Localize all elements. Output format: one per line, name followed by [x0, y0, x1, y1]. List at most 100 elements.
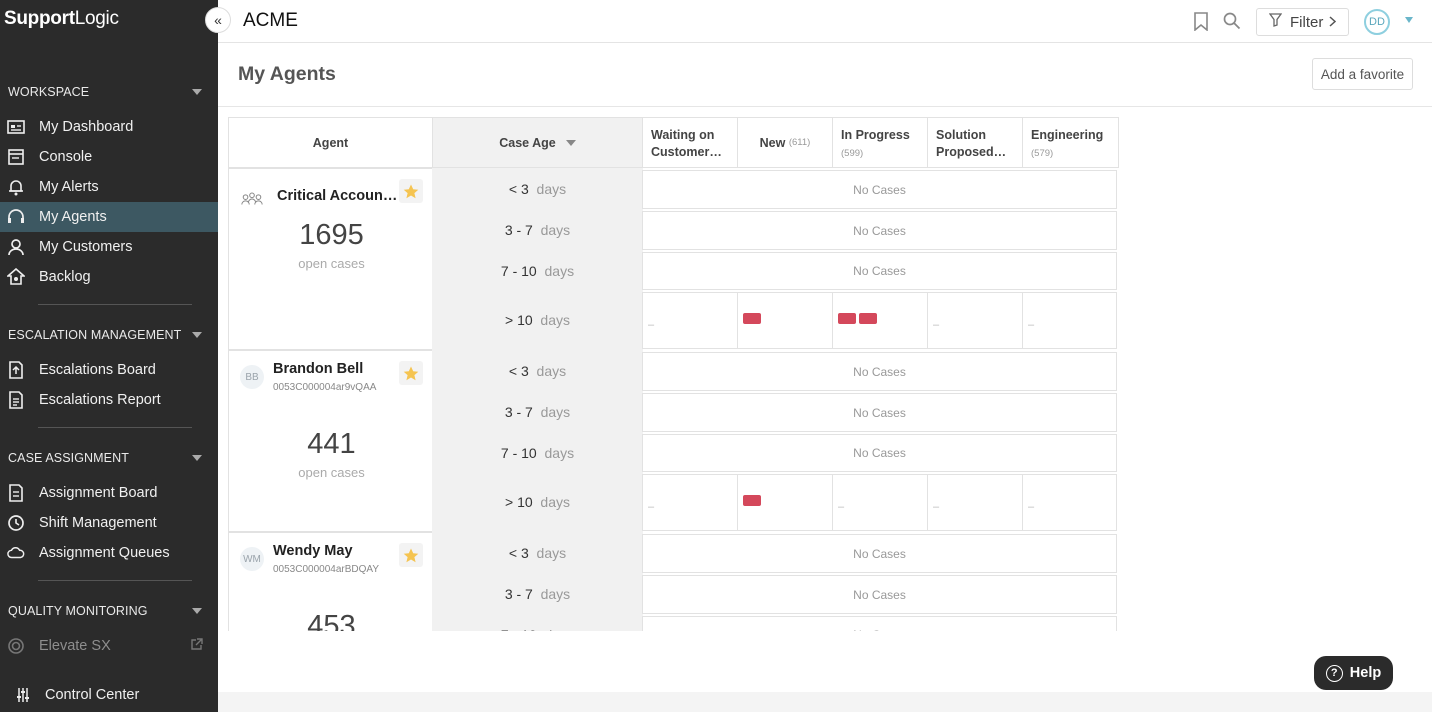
status-cell[interactable]: – [833, 475, 928, 530]
case-card[interactable] [743, 495, 761, 506]
column-header-engineering[interactable]: Engineering (579) [1022, 117, 1119, 168]
sidebar-item-my-agents[interactable]: My Agents [0, 202, 218, 232]
add-favorite-button[interactable]: Add a favorite [1312, 58, 1413, 90]
external-link-icon[interactable] [190, 637, 203, 655]
help-button[interactable]: ? Help [1314, 656, 1393, 690]
case-card[interactable] [838, 313, 856, 324]
chevron-down-icon[interactable] [192, 608, 202, 614]
empty-dash: – [1028, 319, 1035, 331]
agent-card[interactable]: BB Brandon Bell 0053C000004ar9vQAA 441 open … [228, 350, 433, 532]
supportlogic-logo[interactable]: SupportLogic [4, 8, 119, 30]
sidebar-item-control-center[interactable]: Control Center [0, 680, 218, 710]
sort-down-icon[interactable] [565, 139, 576, 146]
status-cell[interactable] [833, 293, 928, 348]
agent-name[interactable]: Wendy May [273, 543, 401, 559]
no-cases-label: No Cases [853, 446, 906, 460]
case-age-column: < 3 days3 - 7 days7 - 10 days> 10 days [432, 168, 643, 350]
agent-card[interactable]: WMWendy May0053C000004arBDQAY453open cas… [228, 532, 433, 631]
sidebar-item-my-alerts[interactable]: My Alerts [0, 172, 218, 202]
sidebar-item-label: My Dashboard [39, 119, 134, 135]
star-icon[interactable] [399, 543, 423, 567]
filter-label: Filter [1290, 13, 1324, 31]
sidebar-item-assignment-board[interactable]: Assignment Board [0, 478, 218, 508]
sidebar-item-escalations-report[interactable]: Escalations Report [0, 385, 218, 415]
user-avatar[interactable]: DD [1364, 9, 1390, 35]
status-cell[interactable]: – [643, 475, 738, 530]
sidebar-item-assignment-queues[interactable]: Assignment Queues [0, 538, 218, 568]
sidebar-item-label: Elevate SX [39, 638, 111, 654]
status-row[interactable]: No Cases [642, 616, 1117, 631]
agent-name[interactable]: Critical Account ... [277, 188, 401, 204]
column-header-agent[interactable]: Agent [228, 117, 433, 168]
section-title-escalation: ESCALATION MANAGEMENT [8, 328, 182, 342]
column-header-waiting-on-customer[interactable]: Waiting on Customer… [642, 117, 738, 168]
sidebar-item-shift-management[interactable]: Shift Management [0, 508, 218, 538]
status-row[interactable]: No Cases [642, 575, 1117, 614]
filter-button[interactable]: Filter [1256, 8, 1349, 36]
status-row[interactable]: No Cases [642, 393, 1117, 432]
no-cases-label: No Cases [643, 617, 1116, 631]
chevron-down-icon[interactable] [192, 89, 202, 95]
column-header-new[interactable]: New (611) [737, 117, 833, 168]
no-cases-label: No Cases [853, 405, 906, 420]
agent-name[interactable]: Brandon Bell [273, 361, 401, 377]
chevron-down-icon[interactable] [192, 455, 202, 461]
column-header-solution-proposed[interactable]: Solution Proposed… [927, 117, 1023, 168]
case-age-bucket: 3 - 7 days [504, 222, 571, 238]
sidebar-item-escalations-board[interactable]: Escalations Board [0, 355, 218, 385]
status-row[interactable]: No Cases [642, 170, 1117, 209]
star-icon[interactable] [399, 361, 423, 385]
column-header-in-progress[interactable]: In Progress (599) [832, 117, 928, 168]
open-case-count: 441 [307, 428, 356, 460]
case-card[interactable] [859, 313, 877, 324]
status-cell[interactable]: – [928, 293, 1023, 348]
double-chevron-left-icon: « [214, 12, 222, 28]
dashboard-icon [7, 118, 25, 136]
status-cell[interactable] [738, 475, 833, 530]
empty-dash: – [648, 319, 655, 331]
status-row[interactable]: No Cases [642, 534, 1117, 573]
star-icon[interactable] [399, 179, 423, 203]
status-row[interactable]: No Cases [642, 252, 1117, 290]
status-cell[interactable]: – [928, 475, 1023, 530]
sidebar-item-elevate-sx[interactable]: Elevate SX [0, 631, 218, 661]
status-row[interactable]: No Cases [642, 211, 1117, 250]
avatar: WM [240, 547, 264, 571]
bookmark-icon[interactable] [1193, 12, 1209, 36]
search-icon[interactable] [1223, 12, 1241, 35]
agent-card[interactable]: Critical Account ... 1695 open cases [228, 168, 433, 350]
status-cell[interactable]: – [643, 293, 738, 348]
case-age-bucket: 7 - 10 days [500, 445, 575, 461]
chevron-down-icon[interactable] [192, 332, 202, 338]
sidebar-item-my-customers[interactable]: My Customers [0, 232, 218, 262]
column-header-case-age[interactable]: Case Age [432, 117, 643, 168]
cloud-icon [7, 544, 25, 562]
elevate-icon [7, 637, 25, 655]
escalation-board-icon [7, 361, 25, 379]
open-cases-label: open cases [298, 465, 365, 480]
caret-down-icon[interactable] [1405, 17, 1413, 23]
sidebar-item-console[interactable]: Console [0, 142, 218, 172]
sidebar-item-backlog[interactable]: Backlog [0, 262, 218, 292]
status-cell[interactable]: – [1023, 475, 1118, 530]
collapse-sidebar-button[interactable]: « [205, 7, 231, 33]
funnel-icon [1268, 13, 1283, 31]
column-header-label: Engineering [1031, 128, 1104, 142]
avatar: BB [240, 365, 264, 389]
case-age-column: < 3 days3 - 7 days7 - 10 days> 10 days [432, 532, 643, 631]
status-cell[interactable]: – [1023, 293, 1118, 348]
case-age-bucket: 3 - 7 days [504, 404, 571, 420]
sidebar: SupportLogic WORKSPACE My Dashboard Cons… [0, 0, 218, 712]
column-header-label: Waiting on Customer… [651, 128, 722, 159]
status-cell[interactable] [738, 293, 833, 348]
open-case-count: 1695 [299, 219, 364, 251]
case-card[interactable] [743, 313, 761, 324]
case-age-bucket: 7 - 10 days [432, 627, 643, 631]
bottom-strip [218, 692, 1432, 712]
bell-icon [7, 178, 25, 196]
status-row[interactable]: No Cases [642, 434, 1117, 472]
column-header-label: Agent [312, 135, 349, 150]
column-header-count: (579) [1031, 148, 1054, 159]
sidebar-item-my-dashboard[interactable]: My Dashboard [0, 112, 218, 142]
status-row[interactable]: No Cases [642, 352, 1117, 391]
